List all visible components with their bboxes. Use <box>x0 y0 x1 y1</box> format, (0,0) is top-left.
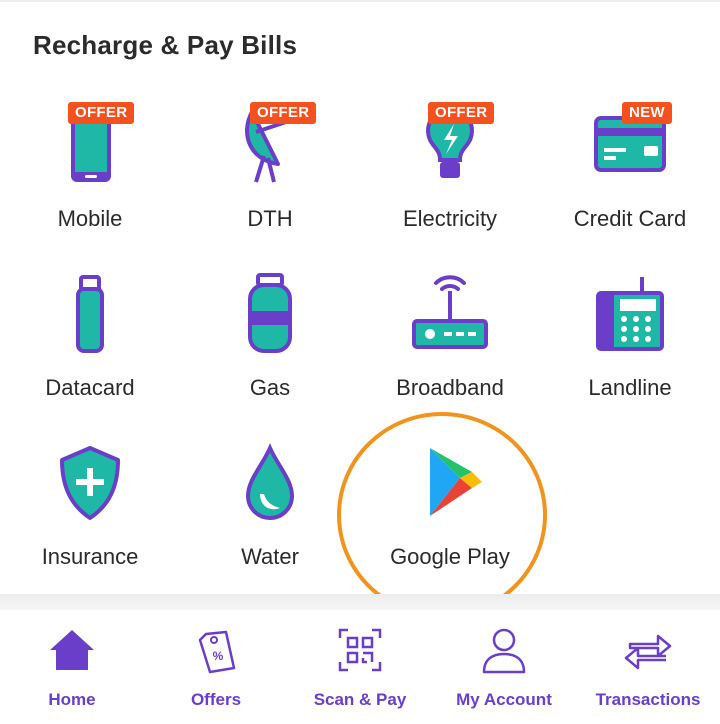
tile-google-play[interactable]: Google Play <box>360 442 540 592</box>
tile-label: Datacard <box>45 375 135 400</box>
nav-label: Transactions <box>595 690 701 709</box>
tile-label: Mobile <box>57 206 123 231</box>
user-icon <box>482 628 526 674</box>
tile-label: Water <box>241 544 299 569</box>
tile-electricity[interactable]: OFFER Electricity <box>360 102 540 254</box>
offer-badge: OFFER <box>68 102 135 124</box>
shield-plus-icon <box>50 442 130 522</box>
tile-insurance[interactable]: Insurance <box>0 442 180 592</box>
bottom-navigation: Home % Offers Scan & Pay My Account Tran… <box>0 610 720 724</box>
section-title: Recharge & Pay Bills <box>33 30 298 60</box>
qr-scan-icon <box>338 628 382 672</box>
tile-datacard[interactable]: Datacard <box>0 273 180 423</box>
nav-label: Home <box>48 690 96 709</box>
offer-tag-icon: % <box>198 630 236 674</box>
tile-label: Broadband <box>396 375 504 400</box>
tile-water[interactable]: Water <box>180 442 360 592</box>
swap-arrows-icon <box>624 634 672 670</box>
tile-label: DTH <box>247 206 293 231</box>
router-icon <box>410 273 490 353</box>
nav-label: Offers <box>190 690 242 709</box>
offer-badge: OFFER <box>250 102 317 124</box>
nav-offers[interactable]: % Offers <box>144 610 288 724</box>
new-badge: NEW <box>622 102 672 124</box>
google-play-icon <box>410 442 490 522</box>
home-icon <box>50 630 94 670</box>
usb-stick-icon <box>50 273 130 353</box>
nav-home[interactable]: Home <box>0 610 144 724</box>
section-divider <box>0 594 720 610</box>
nav-my-account[interactable]: My Account <box>432 610 576 724</box>
offer-badge: OFFER <box>428 102 495 124</box>
tile-mobile[interactable]: OFFER Mobile <box>0 102 180 254</box>
tile-label: Insurance <box>41 544 139 569</box>
tile-label: Electricity <box>402 206 498 231</box>
gas-cylinder-icon <box>230 273 310 353</box>
svg-text:%: % <box>213 649 224 663</box>
tile-label: Gas <box>249 375 291 400</box>
water-drop-icon <box>230 442 310 522</box>
nav-scan-pay[interactable]: Scan & Pay <box>288 610 432 724</box>
tile-broadband[interactable]: Broadband <box>360 273 540 423</box>
nav-transactions[interactable]: Transactions <box>576 610 720 724</box>
top-divider <box>0 0 720 2</box>
telephone-icon <box>590 273 670 353</box>
nav-label: My Account <box>456 690 552 709</box>
tile-label: Landline <box>588 375 672 400</box>
tile-label: Credit Card <box>573 206 687 231</box>
tile-credit-card[interactable]: NEW Credit Card <box>540 102 720 254</box>
tile-label: Google Play <box>390 544 510 569</box>
nav-label: Scan & Pay <box>313 690 407 709</box>
tile-gas[interactable]: Gas <box>180 273 360 423</box>
tile-landline[interactable]: Landline <box>540 273 720 423</box>
tile-dth[interactable]: OFFER DTH <box>180 102 360 254</box>
